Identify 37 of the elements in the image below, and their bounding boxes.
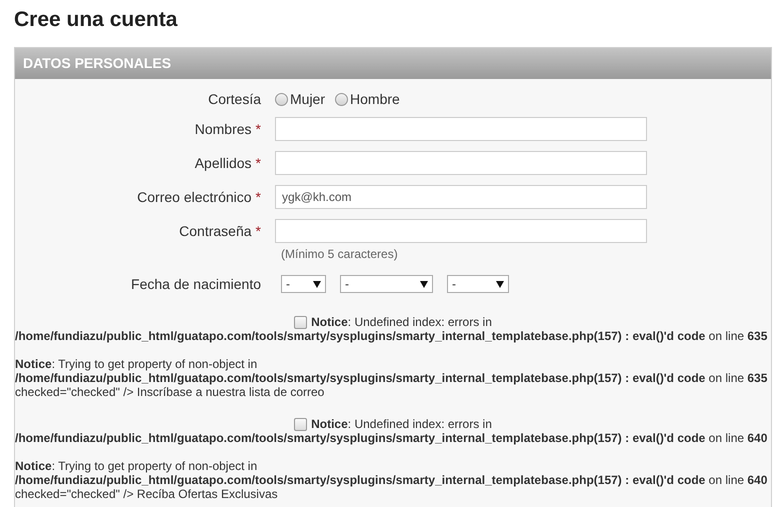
field-label: Correo electrónico <box>137 189 252 205</box>
field-label: Contraseña <box>179 223 252 239</box>
date-select[interactable]: - <box>281 275 326 293</box>
notice-path: /home/fundiazu/public_html/guatapo.com/tools/smarty/sysplugins/smarty_internal_templatebase.php(157) : eval()'d code on line 640 <box>15 473 768 487</box>
input-field[interactable] <box>275 117 647 141</box>
notice-text: Notice: Trying to get property of non-object in <box>15 357 258 371</box>
dropdown-arrow-icon <box>313 280 321 288</box>
required-mark: * <box>256 189 261 205</box>
required-mark: * <box>256 121 261 137</box>
date-select[interactable]: - <box>340 275 433 293</box>
notice-path: /home/fundiazu/public_html/guatapo.com/tools/smarty/sysplugins/smarty_internal_templatebase.php(157) : eval()'d code on line 640 <box>15 431 768 445</box>
radio-option[interactable]: Hombre <box>335 91 400 107</box>
input-field[interactable] <box>275 151 647 175</box>
radio-option[interactable]: Mujer <box>275 91 326 107</box>
notice-path: /home/fundiazu/public_html/guatapo.com/tools/smarty/sysplugins/smarty_internal_templatebase.php(157) : eval()'d code on line 635 <box>15 329 768 343</box>
required-mark: * <box>256 155 261 171</box>
notice-text: Notice: Undefined index: errors in <box>311 417 492 431</box>
notice-text: Notice: Trying to get property of non-object in <box>15 459 258 473</box>
input-field[interactable] <box>275 219 647 243</box>
checkbox-label: checked="checked" /> Recíba Ofertas Exclusivas <box>15 487 279 501</box>
field-label: Apellidos <box>194 155 252 171</box>
checkbox[interactable] <box>294 418 308 430</box>
field-label: Fecha de nacimiento <box>130 276 261 292</box>
notice-text: Notice: Undefined index: errors in <box>311 315 492 329</box>
checkbox[interactable] <box>294 316 308 328</box>
field-label: Cortesía <box>207 91 261 107</box>
page-title: Cree una cuenta <box>14 7 178 33</box>
required-mark: * <box>256 223 261 239</box>
checkbox-label: checked="checked" /> Inscríbase a nuestra lista de correo <box>15 385 326 399</box>
date-select[interactable]: - <box>447 275 509 293</box>
section-header: DATOS PERSONALES <box>15 48 771 79</box>
field-hint: (Mínimo 5 caracteres) <box>281 247 399 261</box>
dropdown-arrow-icon <box>420 280 428 288</box>
field-label: Nombres <box>194 121 252 137</box>
input-field[interactable]: ygk@kh.com <box>275 185 647 209</box>
notice-path: /home/fundiazu/public_html/guatapo.com/tools/smarty/sysplugins/smarty_internal_templatebase.php(157) : eval()'d code on line 635 <box>15 371 768 385</box>
dropdown-arrow-icon <box>496 280 504 288</box>
